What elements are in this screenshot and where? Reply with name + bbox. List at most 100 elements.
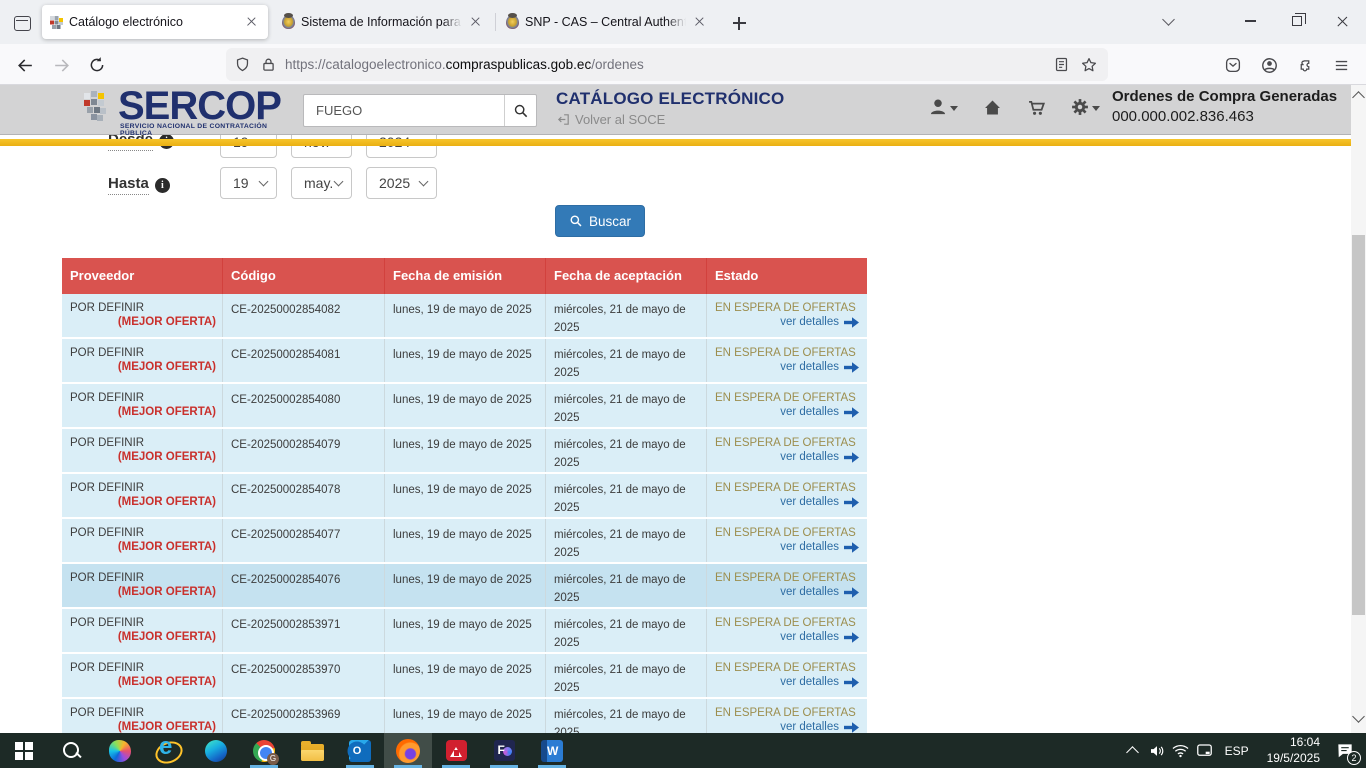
column-header-fecha-aceptacion[interactable]: Fecha de aceptación [546, 258, 707, 294]
forward-button[interactable] [46, 50, 76, 80]
page-scrollbar[interactable] [1351, 85, 1366, 733]
details-arrow-icon[interactable] [844, 542, 859, 553]
taskbar-edge-button[interactable] [192, 733, 240, 768]
order-row[interactable]: POR DEFINIR (MEJOR OFERTA) CE-2025000285… [62, 519, 867, 564]
url-bar[interactable]: https://catalogoelectronico.compraspubli… [226, 48, 1108, 81]
tab-close-icon[interactable] [468, 14, 484, 30]
details-link[interactable]: ver detalles [780, 496, 839, 508]
order-row[interactable]: POR DEFINIR (MEJOR OFERTA) CE-2025000285… [62, 564, 867, 609]
details-link[interactable]: ver detalles [780, 676, 839, 688]
search-submit-button[interactable]: Buscar [555, 205, 645, 237]
order-row[interactable]: POR DEFINIR (MEJOR OFERTA) CE-2025000285… [62, 474, 867, 519]
user-menu-button[interactable] [928, 97, 958, 117]
new-tab-button[interactable] [726, 10, 752, 36]
tab-close-icon[interactable] [692, 14, 708, 30]
order-row[interactable]: POR DEFINIR (MEJOR OFERTA) CE-2025000285… [62, 429, 867, 474]
tray-expand-button[interactable] [1121, 733, 1145, 768]
taskbar-file-explorer-button[interactable] [288, 733, 336, 768]
close-button[interactable] [1320, 0, 1365, 42]
volume-button[interactable] [1145, 733, 1169, 768]
details-arrow-icon[interactable] [844, 407, 859, 418]
column-header-estado[interactable]: Estado [707, 258, 867, 294]
details-arrow-icon[interactable] [844, 317, 859, 328]
taskbar-internet-explorer-button[interactable] [144, 733, 192, 768]
taskbar-word-button[interactable] [528, 733, 576, 768]
status-text: EN ESPERA DE OFERTAS [707, 564, 867, 584]
taskbar-feo-app-button[interactable] [480, 733, 528, 768]
details-arrow-icon[interactable] [844, 677, 859, 688]
details-arrow-icon[interactable] [844, 452, 859, 463]
details-arrow-icon[interactable] [844, 587, 859, 598]
extensions-button[interactable] [1290, 50, 1320, 80]
minimize-button[interactable] [1228, 0, 1273, 42]
tab-sistema-informacion[interactable]: Sistema de Información para lo [274, 5, 492, 39]
restore-button[interactable] [1274, 0, 1319, 42]
details-link[interactable]: ver detalles [780, 316, 839, 328]
reader-mode-icon[interactable] [1053, 56, 1070, 73]
order-row[interactable]: POR DEFINIR (MEJOR OFERTA) CE-2025000285… [62, 699, 867, 733]
notification-center-button[interactable]: 2 [1330, 733, 1360, 768]
tab-close-icon[interactable] [244, 14, 260, 30]
account-button[interactable] [1254, 50, 1284, 80]
scroll-down-arrow[interactable] [1352, 710, 1365, 723]
tab-snp-cas[interactable]: SNP - CAS – Central Authentica [498, 5, 716, 39]
provider-best-offer: (MEJOR OFERTA) [62, 494, 222, 508]
back-button[interactable] [10, 50, 40, 80]
taskbar-search-button[interactable] [48, 733, 96, 768]
details-arrow-icon[interactable] [844, 632, 859, 643]
language-indicator[interactable]: ESP [1217, 744, 1257, 758]
details-link[interactable]: ver detalles [780, 631, 839, 643]
details-link[interactable]: ver detalles [780, 721, 839, 733]
network-button[interactable] [1169, 733, 1193, 768]
back-to-soce-link[interactable]: Volver al SOCE [556, 112, 665, 127]
order-row[interactable]: POR DEFINIR (MEJOR OFERTA) CE-2025000285… [62, 294, 867, 339]
info-icon[interactable] [155, 178, 170, 193]
order-row[interactable]: POR DEFINIR (MEJOR OFERTA) CE-2025000285… [62, 654, 867, 699]
reload-button[interactable] [82, 50, 112, 80]
details-arrow-icon[interactable] [844, 722, 859, 733]
settings-menu-button[interactable] [1070, 97, 1100, 117]
details-link[interactable]: ver detalles [780, 541, 839, 553]
issue-date: lunes, 19 de mayo de 2025 [385, 384, 546, 427]
taskbar-firefox-button[interactable] [384, 733, 432, 768]
catalog-search-button[interactable] [504, 95, 536, 126]
order-row[interactable]: POR DEFINIR (MEJOR OFERTA) CE-2025000285… [62, 339, 867, 384]
taskbar-outlook-button[interactable] [336, 733, 384, 768]
caret-down-icon [950, 106, 958, 111]
tablet-mode-button[interactable] [1193, 733, 1217, 768]
tab-catalogo-electronico[interactable]: Catálogo electrónico [42, 5, 268, 39]
details-arrow-icon[interactable] [844, 497, 859, 508]
scrollbar-thumb[interactable] [1352, 235, 1365, 615]
list-all-tabs-button[interactable] [1146, 0, 1191, 42]
home-button[interactable] [982, 97, 1003, 118]
order-row[interactable]: POR DEFINIR (MEJOR OFERTA) CE-2025000285… [62, 384, 867, 429]
order-row[interactable]: POR DEFINIR (MEJOR OFERTA) CE-2025000285… [62, 609, 867, 654]
search-icon [513, 103, 529, 119]
details-link[interactable]: ver detalles [780, 451, 839, 463]
acrobat-icon [446, 740, 467, 761]
cart-button[interactable] [1026, 97, 1047, 118]
taskbar-chrome-button[interactable] [240, 733, 288, 768]
clock[interactable]: 16:04 19/5/2025 [1257, 735, 1330, 766]
menu-button[interactable] [1326, 50, 1356, 80]
column-header-proveedor[interactable]: Proveedor [62, 258, 223, 294]
bookmark-star-icon[interactable] [1080, 56, 1098, 74]
taskbar-start-button[interactable] [0, 733, 48, 768]
to-year-select[interactable]: 2025 [366, 167, 437, 199]
details-link[interactable]: ver detalles [780, 586, 839, 598]
column-header-codigo[interactable]: Código [223, 258, 385, 294]
details-arrow-icon[interactable] [844, 362, 859, 373]
accept-date: miércoles, 21 de mayo de 2025 [546, 294, 707, 337]
column-header-fecha-emision[interactable]: Fecha de emisión [385, 258, 546, 294]
to-day-select[interactable]: 19 [220, 167, 277, 199]
catalog-search-input[interactable] [304, 95, 504, 126]
taskbar-acrobat-button[interactable] [432, 733, 480, 768]
to-month-select[interactable]: may. [291, 167, 352, 199]
url-text[interactable]: https://catalogoelectronico.compraspubli… [285, 57, 1053, 72]
details-link[interactable]: ver detalles [780, 406, 839, 418]
pocket-button[interactable] [1218, 50, 1248, 80]
firefox-view-button[interactable] [8, 10, 36, 36]
details-link[interactable]: ver detalles [780, 361, 839, 373]
taskbar-copilot-button[interactable] [96, 733, 144, 768]
scroll-up-arrow[interactable] [1352, 91, 1365, 104]
